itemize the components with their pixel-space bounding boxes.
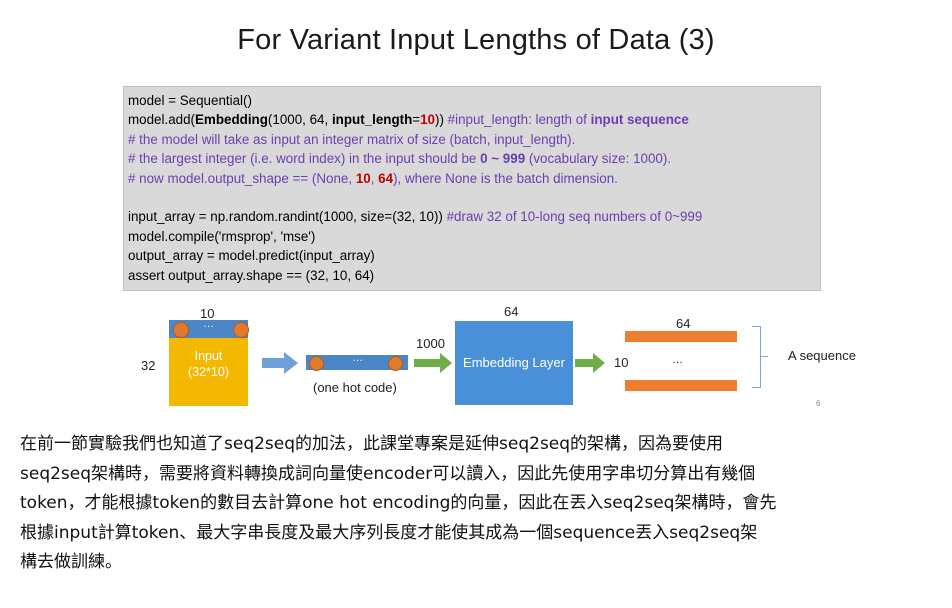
code-token: 10 bbox=[355, 170, 371, 186]
paragraph-line: token，才能根據token的數目去計算one hot encoding的向量… bbox=[20, 493, 777, 513]
code-comment: input sequence bbox=[590, 112, 689, 128]
code-line: model = Sequential() bbox=[128, 93, 252, 108]
vocab-size-label: 1000 bbox=[416, 336, 445, 351]
code-token: )) bbox=[435, 112, 448, 128]
code-block: model = Sequential() model.add(Embedding… bbox=[123, 86, 821, 291]
code-token: model.add( bbox=[128, 112, 195, 128]
code-line: input_array = np.random.randint(1000, si… bbox=[128, 207, 820, 226]
code-line: # the largest integer (i.e. word index) … bbox=[128, 149, 820, 168]
embedding-layer-box: Embedding Layer bbox=[455, 321, 573, 405]
code-line: model.add(Embedding(1000, 64, input_leng… bbox=[128, 110, 820, 129]
slide-title: For Variant Input Lengths of Data (3) bbox=[237, 24, 715, 56]
onehot-label: (one hot code) bbox=[313, 380, 397, 395]
input-height-label: 32 bbox=[141, 358, 156, 373]
output-vector-bar bbox=[625, 331, 737, 342]
sequence-bracket bbox=[752, 326, 761, 388]
page-number: 6 bbox=[816, 399, 821, 408]
output-vector-bar bbox=[625, 380, 737, 391]
paragraph-line: 根據input計算token、最大字串長度及最大序列長度才能使其成為一個sequ… bbox=[20, 522, 758, 543]
embedding-diagram: 10 32 … Input (32*10) … (one hot code) 1… bbox=[0, 300, 952, 410]
code-comment: # the model will take as input an intege… bbox=[128, 131, 576, 147]
code-line: output_array = model.predict(input_array… bbox=[128, 248, 375, 264]
code-comment: (vocabulary size: 1000). bbox=[525, 151, 672, 167]
paragraph-line: 構去做訓練。 bbox=[20, 552, 122, 572]
code-token: (1000, 64, bbox=[267, 112, 332, 128]
token-dot bbox=[309, 356, 324, 371]
token-dot bbox=[388, 356, 403, 371]
output-ellipsis: … bbox=[672, 354, 683, 366]
description-paragraph: 在前一節實驗我們也知道了seq2seq的加法，此課堂專案是延伸seq2seq的架… bbox=[20, 430, 940, 578]
code-token: = bbox=[412, 112, 421, 128]
token-dot bbox=[233, 322, 249, 338]
code-line: # now model.output_shape == (None, 10, 6… bbox=[128, 169, 820, 188]
token-dot bbox=[173, 322, 189, 338]
input-label-line2: (32*10) bbox=[188, 365, 229, 379]
code-token: input_length bbox=[331, 112, 413, 128]
code-token: input_array = np.random.randint(1000, si… bbox=[128, 209, 447, 225]
input-label-line1: Input bbox=[194, 349, 223, 363]
code-token: 10 bbox=[420, 112, 436, 128]
paragraph-line: seq2seq架構時，需要將資料轉換成詞向量使encoder可以讀入，因此先使用… bbox=[20, 463, 756, 484]
output-dim-label: 64 bbox=[676, 316, 691, 331]
arrow-right-icon bbox=[414, 353, 452, 373]
bracket-tick bbox=[760, 356, 768, 357]
code-comment: # now model.output_shape == (None, bbox=[128, 170, 356, 186]
sequence-label: A sequence bbox=[788, 348, 856, 363]
code-comment: # the largest integer (i.e. word index) … bbox=[128, 151, 481, 167]
input-ellipsis: … bbox=[203, 318, 214, 330]
onehot-ellipsis: … bbox=[352, 352, 363, 364]
code-comment: #input_length: length of bbox=[447, 112, 591, 128]
arrow-right-icon bbox=[575, 353, 605, 373]
code-line: assert output_array.shape == (32, 10, 64… bbox=[128, 267, 375, 283]
arrow-right-icon bbox=[262, 352, 298, 374]
input-matrix: Input (32*10) bbox=[169, 338, 248, 406]
code-token: 64 bbox=[378, 170, 394, 186]
code-comment: ), where None is the batch dimension. bbox=[393, 170, 618, 186]
code-comment: #draw 32 of 10-long seq numbers of 0~999 bbox=[446, 209, 703, 225]
code-line: model.compile('rmsprop', 'mse') bbox=[128, 228, 316, 244]
embedding-dim-label: 64 bbox=[504, 304, 519, 319]
code-comment: 0 ~ 999 bbox=[480, 151, 526, 167]
paragraph-line: 在前一節實驗我們也知道了seq2seq的加法，此課堂專案是延伸seq2seq的架… bbox=[20, 434, 724, 454]
code-token: Embedding bbox=[195, 112, 268, 128]
output-seq-label: 10 bbox=[614, 355, 629, 370]
